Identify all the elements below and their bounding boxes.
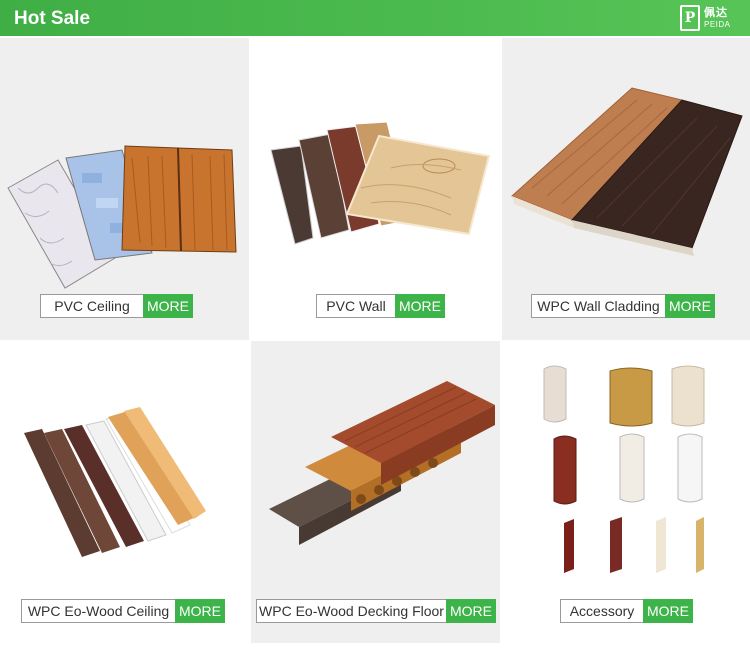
product-card-wpc-wall-cladding[interactable]: WPC Wall Cladding MORE (502, 38, 750, 340)
product-label[interactable]: WPC Eo-Wood Decking Floor MORE (256, 599, 496, 623)
more-button[interactable]: MORE (395, 294, 445, 318)
product-card-wpc-decking-floor[interactable]: WPC Eo-Wood Decking Floor MORE (251, 341, 500, 643)
product-label[interactable]: Accessory MORE (560, 599, 693, 623)
more-button[interactable]: MORE (643, 599, 693, 623)
product-label[interactable]: PVC Ceiling MORE (40, 294, 193, 318)
more-button[interactable]: MORE (665, 294, 715, 318)
product-name[interactable]: WPC Eo-Wood Decking Floor (256, 599, 446, 623)
product-card-accessory[interactable]: Accessory MORE (502, 341, 750, 643)
more-button[interactable]: MORE (446, 599, 496, 623)
product-name[interactable]: PVC Wall (316, 294, 395, 318)
product-card-pvc-ceiling[interactable]: PVC Ceiling MORE (0, 38, 249, 340)
logo-chinese-text: 佩达 (704, 6, 728, 19)
product-name[interactable]: WPC Eo-Wood Ceiling (21, 599, 175, 623)
trim-profiles-icon (543, 365, 705, 573)
product-name[interactable]: WPC Wall Cladding (531, 294, 665, 318)
more-button[interactable]: MORE (175, 599, 225, 623)
brand-logo[interactable]: P 佩达 PEIDA (680, 4, 736, 32)
more-button[interactable]: MORE (143, 294, 193, 318)
logo-english-text: PEIDA (704, 19, 731, 29)
logo-mark-icon: P (680, 5, 700, 31)
product-label[interactable]: WPC Eo-Wood Ceiling MORE (21, 599, 225, 623)
product-name[interactable]: Accessory (560, 599, 643, 623)
header-bar: Hot Sale P 佩达 PEIDA (0, 0, 750, 36)
product-card-wpc-eo-wood-ceiling[interactable]: WPC Eo-Wood Ceiling MORE (0, 341, 249, 643)
product-name[interactable]: PVC Ceiling (40, 294, 143, 318)
wpc-ceiling-beams-icon (24, 407, 206, 557)
product-label[interactable]: WPC Wall Cladding MORE (531, 294, 715, 318)
page-title: Hot Sale (14, 8, 91, 29)
product-card-pvc-wall[interactable]: PVC Wall MORE (251, 38, 500, 340)
wpc-decking-boards-icon (269, 381, 495, 545)
product-label[interactable]: PVC Wall MORE (316, 294, 445, 318)
